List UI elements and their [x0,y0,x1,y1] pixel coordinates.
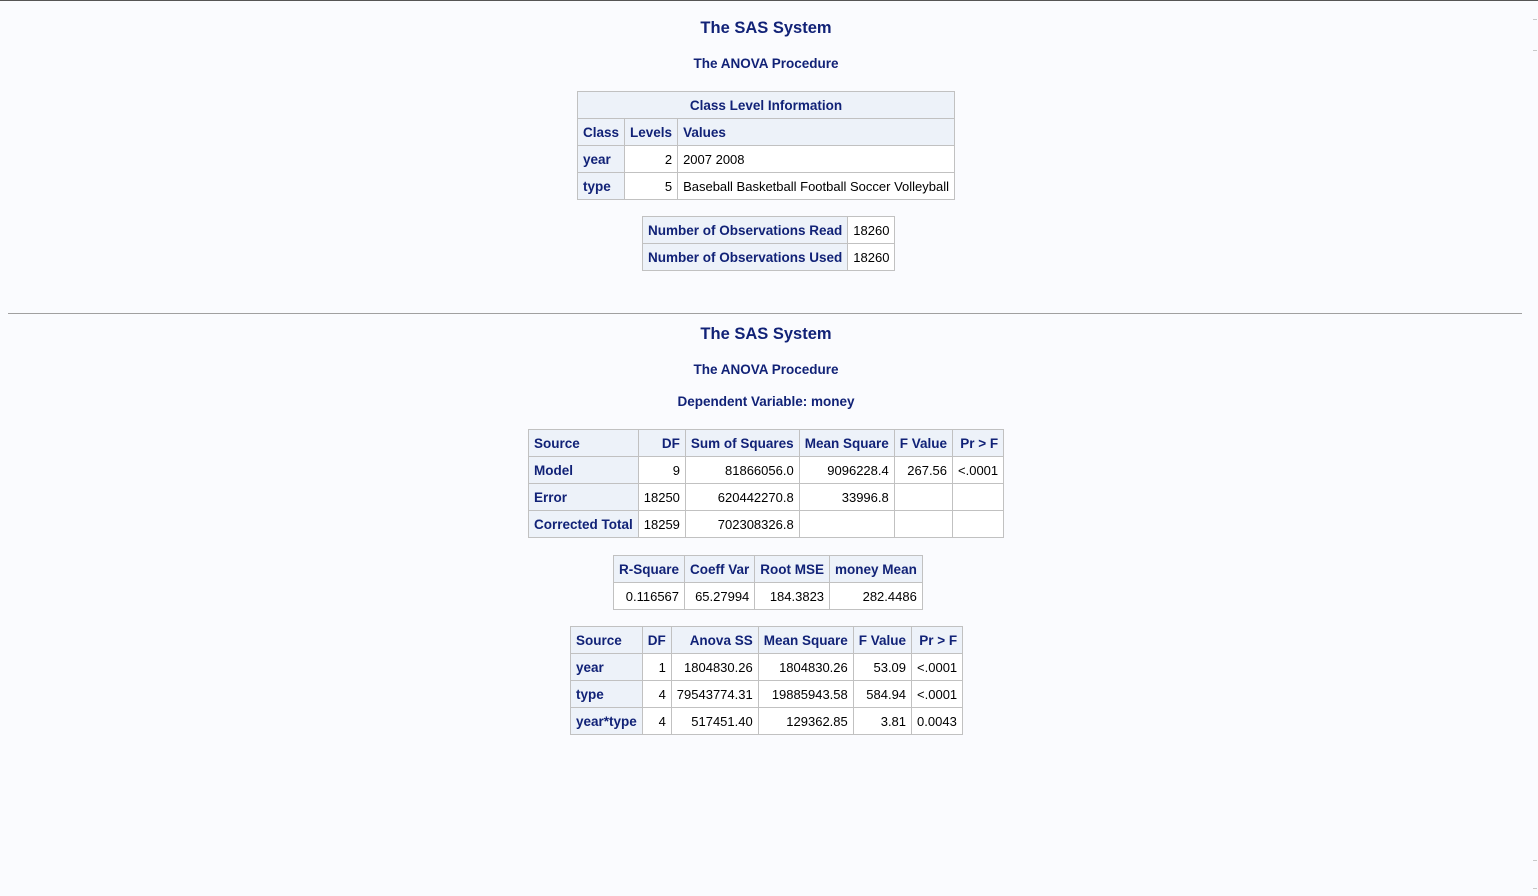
effects-table: Source DF Anova SS Mean Square F Value P… [570,626,964,735]
coeffvar-cell: 65.27994 [684,582,756,610]
df-cell: 4 [641,680,672,708]
col-header-df: DF [641,626,672,654]
ss-cell: 620442270.8 [684,483,800,511]
value-cell: 18260 [847,216,896,244]
col-header-source: Source [570,626,643,654]
levels-cell: 5 [624,172,679,200]
row-header: year*type [570,707,643,735]
row-header: Model [528,456,639,484]
row-header: type [576,172,626,200]
f-cell: 3.81 [852,707,913,735]
values-cell: 2007 2008 [677,145,955,173]
p-cell: <.0001 [911,653,964,681]
table-row: Number of Observations Read 18260 [641,216,896,244]
col-header-class: Class [576,118,626,146]
col-header-ms: Mean Square [798,429,895,457]
rsquare-cell: 0.116567 [612,582,686,610]
ss-cell: 702308326.8 [684,510,800,538]
df-cell: 1 [641,653,672,681]
row-header: type [570,680,643,708]
col-header-ms: Mean Square [757,626,854,654]
table-row: Model 9 81866056.0 9096228.4 267.56 <.00… [528,456,1005,484]
col-header-f: F Value [893,429,954,457]
df-cell: 18259 [637,510,686,538]
row-header: Number of Observations Used [641,243,849,271]
anova-table: Source DF Sum of Squares Mean Square F V… [528,429,1005,538]
col-header-f: F Value [852,626,913,654]
p-cell [952,510,1005,538]
ss-cell: 79543774.31 [670,680,759,708]
scroll-mark [1533,50,1537,51]
ms-cell: 1804830.26 [757,653,854,681]
table-row: type 4 79543774.31 19885943.58 584.94 <.… [570,680,964,708]
row-header: Corrected Total [528,510,639,538]
rootmse-cell: 184.3823 [754,582,831,610]
class-level-table: Class Level Information Class Levels Val… [576,91,955,200]
row-header: year [576,145,626,173]
scroll-mark [1533,860,1537,861]
scrollbar-track[interactable] [1532,2,1538,896]
page-title: The SAS System [700,325,832,343]
row-header: Error [528,483,639,511]
col-header-p: Pr > F [911,626,964,654]
f-cell: 584.94 [852,680,913,708]
col-header-coeffvar: Coeff Var [684,555,756,583]
col-header-mean: money Mean [829,555,923,583]
observations-table: Number of Observations Read 18260 Number… [641,216,896,271]
p-cell: <.0001 [952,456,1005,484]
f-cell: 53.09 [852,653,913,681]
p-cell [952,483,1005,511]
col-header-ss: Sum of Squares [684,429,800,457]
f-cell [893,510,954,538]
ss-cell: 517451.40 [670,707,759,735]
row-header: Number of Observations Read [641,216,849,244]
col-header-values: Values [677,118,955,146]
levels-cell: 2 [624,145,679,173]
table-row: type 5 Baseball Basketball Football Socc… [576,172,955,200]
df-cell: 4 [641,707,672,735]
top-border [0,0,1538,1]
page-title: The SAS System [700,19,832,37]
col-header-df: DF [637,429,686,457]
col-header-levels: Levels [624,118,679,146]
procedure-title: The ANOVA Procedure [693,56,839,71]
table-row: year 2 2007 2008 [576,145,955,173]
col-header-rsquare: R-Square [612,555,686,583]
f-cell [893,483,954,511]
table-row: year 1 1804830.26 1804830.26 53.09 <.000… [570,653,964,681]
scroll-mark [1533,19,1537,20]
value-cell: 18260 [847,243,896,271]
table-row: Number of Observations Used 18260 [641,243,896,271]
ms-cell [798,510,895,538]
ms-cell: 19885943.58 [757,680,854,708]
values-cell: Baseball Basketball Football Soccer Voll… [677,172,955,200]
col-header-p: Pr > F [952,429,1005,457]
fit-statistics-table: R-Square Coeff Var Root MSE money Mean 0… [612,555,923,610]
page-separator [8,313,1522,314]
procedure-title: The ANOVA Procedure [693,362,839,377]
p-cell: <.0001 [911,680,964,708]
df-cell: 18250 [637,483,686,511]
class-level-caption: Class Level Information [577,91,955,119]
col-header-rootmse: Root MSE [754,555,831,583]
table-row: year*type 4 517451.40 129362.85 3.81 0.0… [570,707,964,735]
p-cell: 0.0043 [911,707,964,735]
ms-cell: 9096228.4 [798,456,895,484]
table-row: Corrected Total 18259 702308326.8 [528,510,1005,538]
scroll-mark [1533,888,1537,889]
ss-cell: 1804830.26 [670,653,759,681]
col-header-source: Source [528,429,639,457]
ms-cell: 33996.8 [798,483,895,511]
dependent-variable-title: Dependent Variable: money [677,394,855,409]
ss-cell: 81866056.0 [684,456,800,484]
col-header-ss: Anova SS [670,626,759,654]
mean-cell: 282.4486 [829,582,923,610]
table-row: Error 18250 620442270.8 33996.8 [528,483,1005,511]
ms-cell: 129362.85 [757,707,854,735]
f-cell: 267.56 [893,456,954,484]
row-header: year [570,653,643,681]
table-row: 0.116567 65.27994 184.3823 282.4486 [612,582,923,610]
df-cell: 9 [637,456,686,484]
